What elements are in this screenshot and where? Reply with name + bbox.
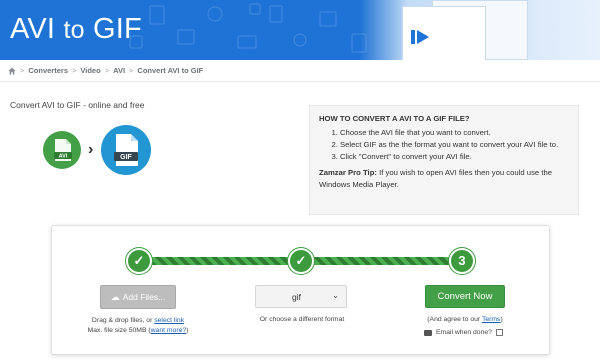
how-to-box: HOW TO CONVERT A AVI TO A GIF FILE? Choo… (309, 105, 579, 215)
pro-tip: Zamzar Pro Tip: If you wish to open AVI … (319, 167, 569, 191)
breadcrumb-current: Convert AVI to GIF (137, 66, 204, 75)
header-banner: AVI to GIF (0, 0, 600, 60)
email-checkbox[interactable] (495, 329, 503, 336)
how-to-steps: Choose the AVI file that you want to con… (319, 127, 569, 163)
max-size-text: Max. file size 50MB ( (87, 327, 151, 334)
drop-instructions: Drag & drop files, or select link Max. f… (82, 316, 194, 336)
breadcrumb-avi[interactable]: AVI (113, 66, 125, 75)
want-more-link[interactable]: want more? (151, 327, 187, 334)
breadcrumb: > Converters > Video > AVI > Convert AVI… (0, 60, 600, 82)
add-files-button[interactable]: ☁ Add Files... (100, 285, 176, 309)
chevron-right-icon: › (88, 141, 94, 158)
step-3-indicator: 3 (449, 248, 475, 274)
home-icon[interactable] (8, 66, 16, 75)
breadcrumb-separator: > (129, 66, 134, 75)
terms-notice: (And agree to our Terms) (414, 316, 516, 323)
page-subtitle: Convert AVI to GIF - online and free (10, 100, 145, 110)
avi-file-icon: AVI (43, 131, 81, 169)
how-to-step: Select GIF as the the format you want to… (340, 139, 569, 151)
drop-text: Drag & drop files, or (91, 317, 155, 324)
chevron-down-icon: ⌄ (332, 291, 339, 300)
gif-badge-text: GIF (120, 154, 132, 161)
max-size-close: ) (186, 327, 189, 334)
page-title: AVI to GIF (10, 11, 142, 48)
main-content: Convert AVI to GIF - online and free AVI… (0, 82, 600, 364)
convert-now-button[interactable]: Convert Now (425, 285, 505, 308)
add-files-label: Add Files... (122, 292, 166, 302)
title-to: to (63, 16, 85, 44)
breadcrumb-separator: > (72, 66, 77, 75)
breadcrumb-separator: > (20, 66, 25, 75)
title-target-format: GIF (92, 13, 142, 45)
how-to-heading: HOW TO CONVERT A AVI TO A GIF FILE? (319, 114, 470, 123)
title-source-format: AVI (10, 13, 56, 45)
format-value: gif (292, 292, 301, 302)
email-label: Email when done? (436, 329, 492, 336)
mail-icon (424, 329, 432, 336)
gif-file-icon: GIF (101, 125, 152, 175)
converter-panel: ✓ ✓ 3 ☁ Add Files... Drag & drop files, o… (51, 225, 550, 355)
format-dropdown[interactable]: gif ⌄ (255, 285, 347, 308)
play-icon (417, 30, 429, 44)
avi-badge-text: AVI (59, 154, 68, 160)
step-1-check-icon: ✓ (126, 248, 152, 274)
breadcrumb-converters[interactable]: Converters (28, 66, 68, 75)
format-icons: AVI › GIF (42, 124, 152, 176)
upload-icon: ☁ (110, 292, 120, 302)
terms-suffix: ) (500, 316, 503, 323)
step-2-check-icon: ✓ (288, 248, 314, 274)
how-to-step: Choose the AVI file that you want to con… (340, 127, 569, 139)
how-to-step: Click "Convert" to convert your AVI file… (340, 151, 569, 163)
film-icon (411, 30, 415, 44)
format-hint: Or choose a different format (259, 316, 345, 323)
pro-tip-label: Zamzar Pro Tip: (319, 168, 377, 177)
breadcrumb-separator: > (104, 66, 110, 75)
select-link[interactable]: select link (154, 317, 184, 324)
breadcrumb-video[interactable]: Video (80, 66, 100, 75)
terms-prefix: (And agree to our (427, 316, 482, 323)
terms-link[interactable]: Terms (482, 316, 501, 323)
email-option: Email when done? (424, 329, 503, 336)
